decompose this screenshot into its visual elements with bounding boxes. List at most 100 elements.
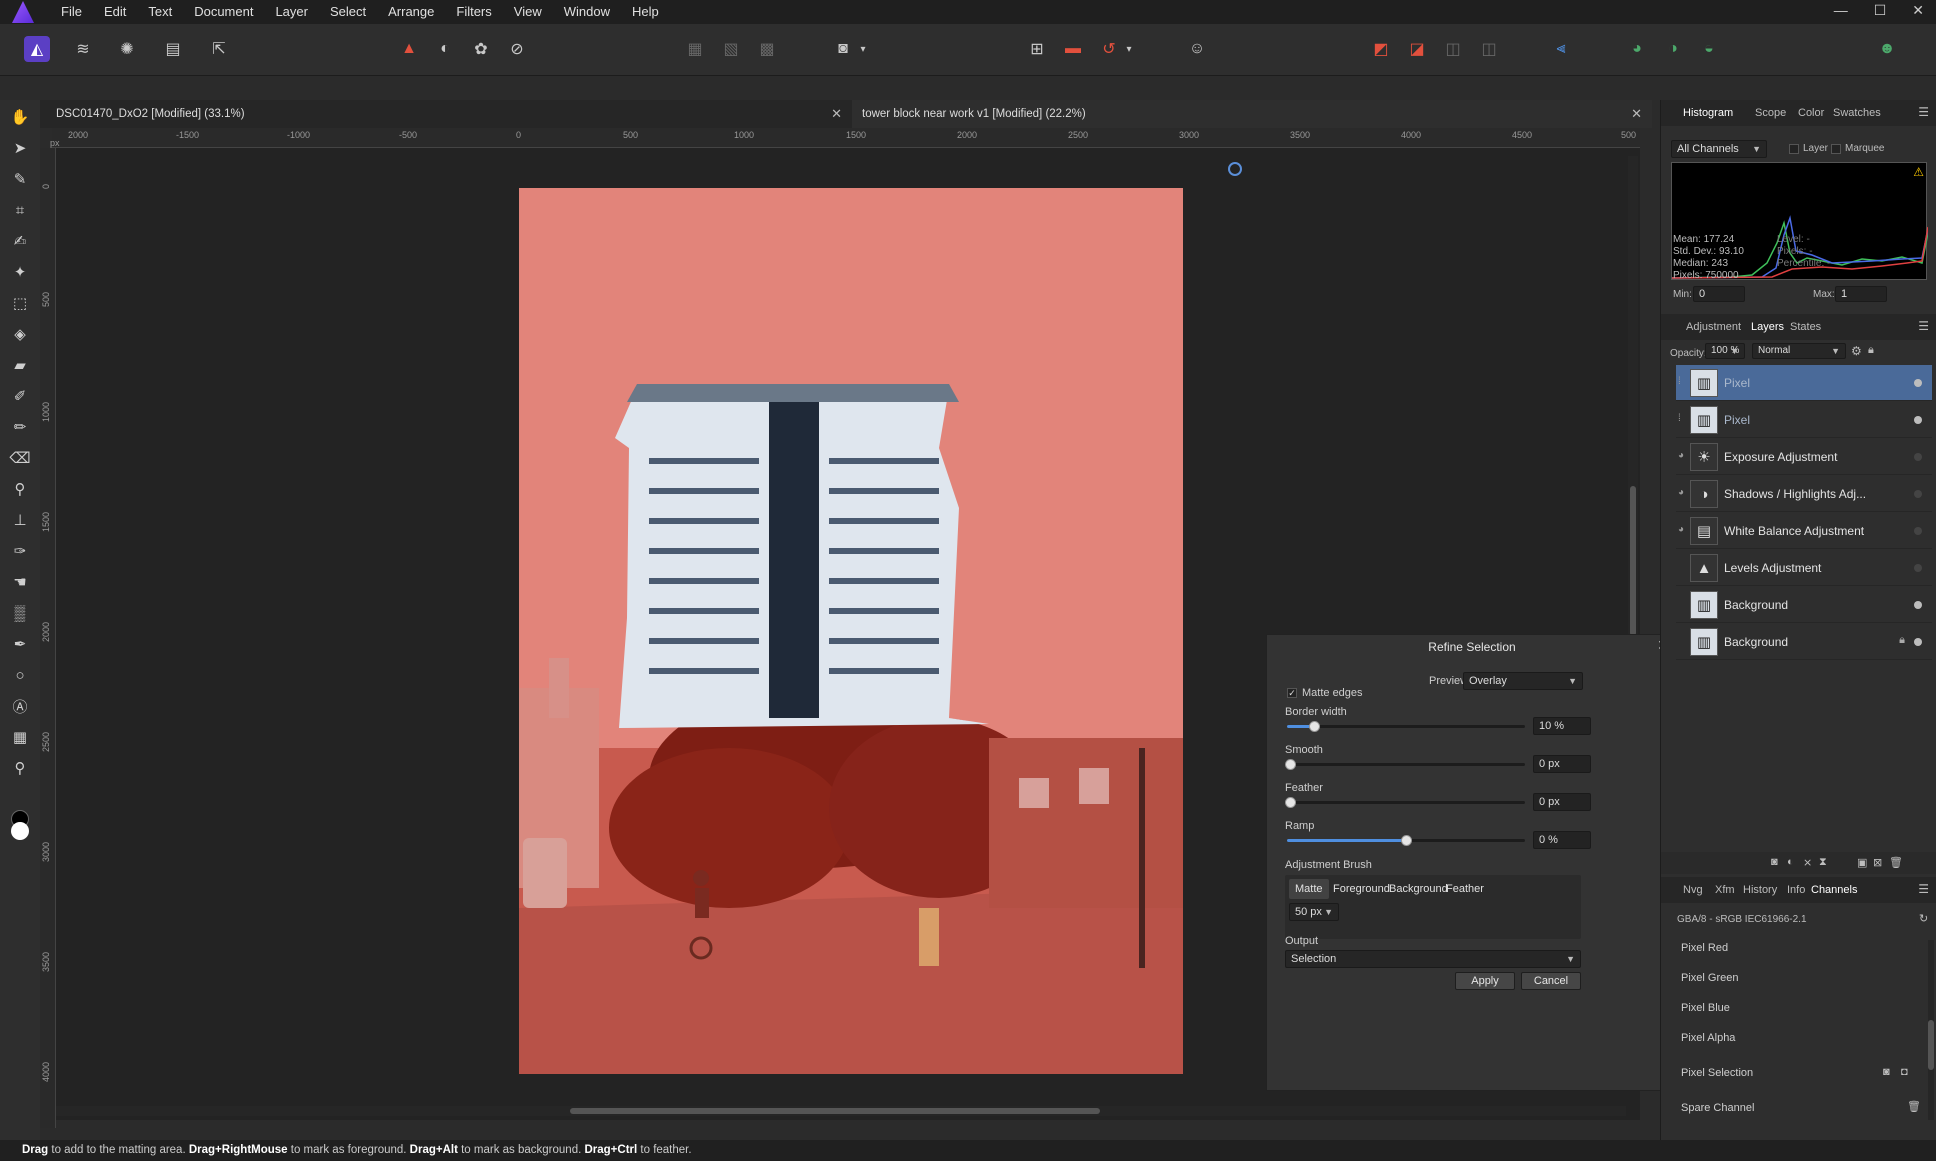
visibility-icon[interactable] bbox=[1914, 490, 1922, 498]
matte-edges-checkbox[interactable]: ✓ bbox=[1287, 688, 1297, 698]
expand-icon[interactable]: ◕ bbox=[1678, 487, 1684, 498]
mesh-warp-icon[interactable]: ▦ bbox=[9, 726, 31, 748]
dodge-tool-icon[interactable]: ⚲ bbox=[9, 478, 31, 500]
tab-states[interactable]: States bbox=[1790, 314, 1821, 340]
channel-row-alpha[interactable]: Pixel Alpha bbox=[1681, 1024, 1921, 1052]
paint-brush-icon[interactable]: ✐ bbox=[9, 385, 31, 407]
align-left-icon[interactable]: ⫷ bbox=[1548, 36, 1574, 62]
pen-tool-icon[interactable]: ✒ bbox=[9, 633, 31, 655]
layer-row[interactable]: ◕ ☀ Exposure Adjustment bbox=[1676, 439, 1932, 475]
visibility-icon[interactable] bbox=[1914, 564, 1922, 572]
lock-icon[interactable]: 🔒︎ bbox=[1868, 344, 1874, 357]
menu-filters[interactable]: Filters bbox=[445, 0, 502, 24]
smooth-slider[interactable] bbox=[1287, 763, 1525, 766]
fx-icon[interactable]: ⨯ bbox=[1803, 856, 1812, 869]
maximize-icon[interactable]: ☐ bbox=[1874, 0, 1887, 20]
panel-menu-icon[interactable]: ☰ bbox=[1918, 882, 1929, 896]
menu-view[interactable]: View bbox=[503, 0, 553, 24]
smudge-tool-icon[interactable]: ☚ bbox=[9, 571, 31, 593]
tab-document-2[interactable]: tower block near work v1 [Modified] (22.… bbox=[852, 100, 1652, 128]
brush-size-dropdown[interactable]: 50 px ▼ bbox=[1289, 903, 1339, 921]
layer-checkbox[interactable] bbox=[1789, 144, 1799, 154]
close-tab-icon[interactable]: ✕ bbox=[1631, 100, 1642, 128]
tab-document-1[interactable]: DSC01470_DxO2 [Modified] (33.1%) ✕ bbox=[46, 100, 852, 128]
text-tool-icon[interactable]: Ⓐ bbox=[9, 695, 31, 717]
cancel-button[interactable]: Cancel bbox=[1521, 972, 1581, 990]
refresh-icon[interactable]: ↻ bbox=[1919, 912, 1928, 925]
auto-white-balance-icon[interactable]: ⊘ bbox=[504, 36, 530, 62]
feather-slider-knob[interactable] bbox=[1285, 797, 1296, 808]
border-width-slider[interactable] bbox=[1287, 725, 1525, 728]
arrange-back-icon[interactable]: ◪ bbox=[1404, 36, 1430, 62]
arrange-backward-icon[interactable]: ◫ bbox=[1476, 36, 1502, 62]
drag-handle-icon[interactable]: ⁞ bbox=[1678, 376, 1681, 387]
smooth-slider-knob[interactable] bbox=[1285, 759, 1296, 770]
panel-menu-icon[interactable]: ☰ bbox=[1918, 105, 1929, 119]
layer-row[interactable]: ◕ ◑ Shadows / Highlights Adj... bbox=[1676, 476, 1932, 512]
brush-mode-feather[interactable]: Feather bbox=[1440, 879, 1490, 899]
develop-persona-icon[interactable]: ✺ bbox=[114, 36, 140, 62]
layer-row[interactable]: ⁞ ▥ Pixel bbox=[1676, 365, 1932, 401]
menu-select[interactable]: Select bbox=[319, 0, 377, 24]
channels-scrollbar-thumb[interactable] bbox=[1928, 1020, 1934, 1070]
live-filter-icon[interactable]: ⧗ bbox=[1819, 856, 1827, 869]
quick-mask-icon[interactable]: ◙ bbox=[830, 36, 856, 62]
menu-help[interactable]: Help bbox=[621, 0, 670, 24]
opacity-dropdown[interactable]: 100 % ▼ bbox=[1705, 343, 1745, 359]
warning-icon[interactable]: ⚠ bbox=[1913, 165, 1924, 179]
flood-fill-icon[interactable]: ◈ bbox=[9, 323, 31, 345]
clone-tool-icon[interactable]: ⊥ bbox=[9, 509, 31, 531]
erase-brush-icon[interactable]: ⌫ bbox=[9, 447, 31, 469]
visibility-icon[interactable] bbox=[1914, 379, 1922, 387]
tab-swatches[interactable]: Swatches bbox=[1833, 100, 1881, 126]
min-input[interactable]: 0 bbox=[1693, 286, 1745, 302]
assistant-icon[interactable]: ☺ bbox=[1184, 36, 1210, 62]
zoom-tool-icon[interactable]: ⚲ bbox=[9, 757, 31, 779]
menu-window[interactable]: Window bbox=[553, 0, 621, 24]
selection-brush-icon[interactable]: ✍ bbox=[9, 230, 31, 252]
layer-row[interactable]: ▥ Background bbox=[1676, 587, 1932, 623]
levels-icon[interactable]: ▲ bbox=[396, 36, 422, 62]
align-icon[interactable]: ⊞ bbox=[1024, 36, 1050, 62]
apply-button[interactable]: Apply bbox=[1455, 972, 1515, 990]
add-pixel-layer-icon[interactable]: ⊠ bbox=[1873, 856, 1882, 869]
mask-layer-icon[interactable]: ◙ bbox=[1771, 856, 1778, 868]
tab-histogram[interactable]: Histogram bbox=[1683, 100, 1733, 126]
move-tool-icon[interactable]: ➤ bbox=[9, 137, 31, 159]
export-persona-icon[interactable]: ⇱ bbox=[206, 36, 232, 62]
marquee-tool-icon[interactable]: ⬚ bbox=[9, 292, 31, 314]
tab-color[interactable]: Color bbox=[1798, 100, 1824, 126]
channel-row-blue[interactable]: Pixel Blue bbox=[1681, 994, 1921, 1022]
drag-handle-icon[interactable]: ⁞ bbox=[1678, 413, 1681, 424]
add-boolean-icon[interactable]: ◕ bbox=[1624, 36, 1650, 62]
delete-channel-icon[interactable]: 🗑︎ bbox=[1907, 1100, 1921, 1113]
channel-row-red[interactable]: Pixel Red bbox=[1681, 934, 1921, 962]
inpainting-tool-icon[interactable]: ▒ bbox=[9, 602, 31, 624]
ellipse-tool-icon[interactable]: ○ bbox=[9, 664, 31, 686]
brush-mode-matte[interactable]: Matte bbox=[1289, 879, 1329, 899]
arrange-forward-icon[interactable]: ◫ bbox=[1440, 36, 1466, 62]
layer-row[interactable]: ▥ Background 🔒︎ bbox=[1676, 624, 1932, 660]
group-layers-icon[interactable]: ▣ bbox=[1857, 856, 1867, 869]
auto-contrast-icon[interactable]: ◐ bbox=[432, 36, 458, 62]
channel-mask-icon[interactable]: ◙ bbox=[1883, 1066, 1890, 1078]
expand-icon[interactable]: ◕ bbox=[1678, 524, 1684, 535]
layer-row[interactable]: ▲ Levels Adjustment bbox=[1676, 550, 1932, 586]
deselect-icon[interactable]: ▧ bbox=[718, 36, 744, 62]
select-all-icon[interactable]: ▦ bbox=[682, 36, 708, 62]
visibility-icon[interactable] bbox=[1914, 416, 1922, 424]
max-input[interactable]: 1 bbox=[1835, 286, 1887, 302]
color-replace-icon[interactable]: ✏ bbox=[9, 416, 31, 438]
arrange-front-icon[interactable]: ◩ bbox=[1368, 36, 1394, 62]
tab-history[interactable]: History bbox=[1743, 877, 1777, 903]
subtract-boolean-icon[interactable]: ◑ bbox=[1660, 36, 1686, 62]
menu-file[interactable]: File bbox=[50, 0, 93, 24]
horizontal-scrollbar[interactable] bbox=[56, 1106, 1626, 1116]
channel-row-spare[interactable]: Spare Channel bbox=[1681, 1094, 1921, 1122]
tab-info[interactable]: Info bbox=[1787, 877, 1805, 903]
channel-invert-icon[interactable]: ◘ bbox=[1901, 1066, 1908, 1078]
color-picker-icon[interactable]: ✎ bbox=[9, 168, 31, 190]
photo-image-overlay[interactable] bbox=[519, 188, 1183, 1074]
primary-color-swatch[interactable] bbox=[11, 822, 29, 840]
straighten-icon[interactable]: ▬ bbox=[1060, 36, 1086, 62]
